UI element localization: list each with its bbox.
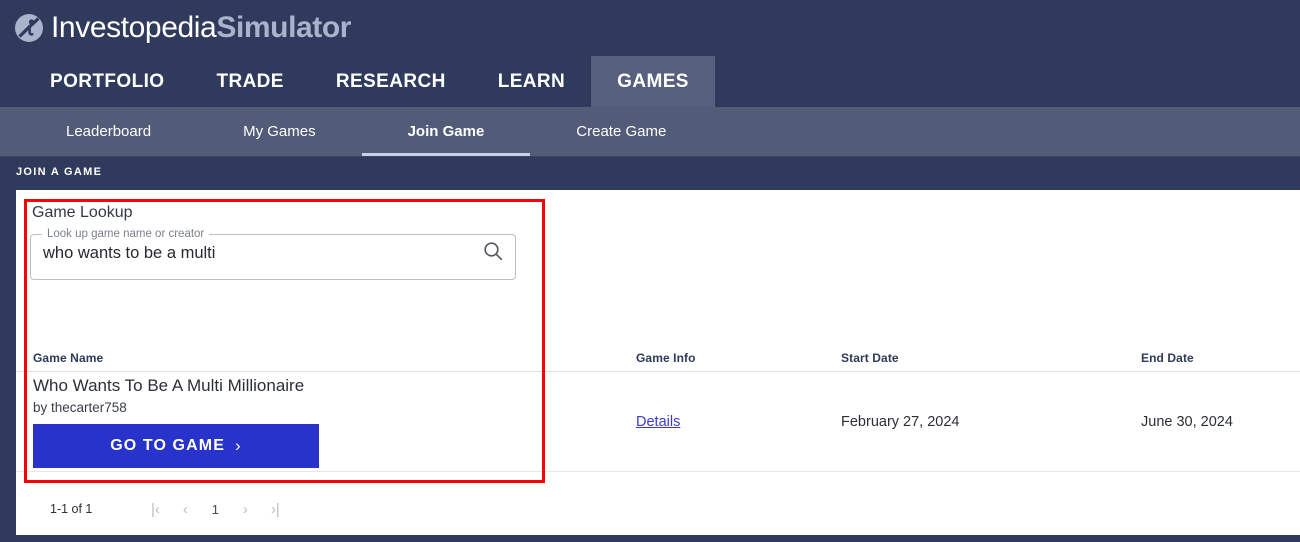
next-page-button[interactable]: › <box>230 496 260 522</box>
chevron-right-icon: › <box>234 435 242 455</box>
sub-navigation: Leaderboard My Games Join Game Create Ga… <box>0 107 1300 157</box>
nav-item-games[interactable]: GAMES <box>591 56 715 107</box>
section-title-bar: JOIN A GAME <box>0 157 1300 187</box>
cell-game-info: Details <box>636 413 841 431</box>
brand-bar: InvestopediaSimulator <box>0 0 1300 56</box>
pagination: 1-1 of 1 |‹ ‹ 1 › ›| <box>16 493 290 525</box>
investopedia-circle-i-icon <box>14 13 44 43</box>
games-table-header: Game Name Game Info Start Date End Date <box>16 340 1300 372</box>
brand-wordmark: InvestopediaSimulator <box>51 13 351 43</box>
nav-item-trade[interactable]: TRADE <box>190 56 309 107</box>
brand-logo-link[interactable]: InvestopediaSimulator <box>14 13 351 43</box>
cell-end-date: June 30, 2024 <box>1141 413 1233 430</box>
last-page-button[interactable]: ›| <box>260 496 290 522</box>
brand-name-secondary: Simulator <box>216 11 352 44</box>
game-creator-text: by thecarter758 <box>33 399 127 415</box>
subnav-item-my-games[interactable]: My Games <box>197 107 362 156</box>
games-table: Game Name Game Info Start Date End Date … <box>16 340 1300 472</box>
subnav-item-join-game[interactable]: Join Game <box>361 107 531 156</box>
pagination-range: 1-1 of 1 <box>50 502 93 516</box>
nav-item-research[interactable]: RESEARCH <box>310 56 472 107</box>
page-title: JOIN A GAME <box>16 166 103 178</box>
nav-item-portfolio[interactable]: PORTFOLIO <box>24 56 190 107</box>
previous-page-button[interactable]: ‹ <box>170 496 200 522</box>
nav-item-learn[interactable]: LEARN <box>472 56 591 107</box>
column-header-game-info: Game Info <box>636 351 696 365</box>
cell-start-date: February 27, 2024 <box>841 413 960 430</box>
go-to-game-label: GO TO GAME <box>110 436 225 454</box>
column-header-game-name: Game Name <box>33 351 104 365</box>
go-to-game-button[interactable]: GO TO GAME › <box>33 423 319 468</box>
game-name-text: Who Wants To Be A Multi Millionaire <box>33 376 305 396</box>
game-lookup-field: Look up game name or creator <box>30 228 516 280</box>
search-input[interactable] <box>43 244 481 263</box>
game-lookup-field-legend: Look up game name or creator <box>47 228 205 240</box>
current-page-number: 1 <box>211 501 219 517</box>
table-row: Who Wants To Be A Multi Millionaire by t… <box>16 372 1300 472</box>
search-icon[interactable] <box>481 239 505 268</box>
cell-game-name: Who Wants To Be A Multi Millionaire by t… <box>16 375 636 468</box>
first-page-button[interactable]: |‹ <box>140 496 170 522</box>
brand-name-primary: Investopedia <box>51 11 217 44</box>
pagination-controls: |‹ ‹ 1 › ›| <box>140 496 290 522</box>
main-navigation: PORTFOLIO TRADE RESEARCH LEARN GAMES <box>0 56 1300 107</box>
subnav-item-leaderboard[interactable]: Leaderboard <box>20 107 197 156</box>
details-link[interactable]: Details <box>636 414 680 430</box>
column-header-end-date: End Date <box>1141 351 1194 365</box>
game-lookup-heading: Game Lookup <box>32 204 133 221</box>
subnav-item-create-game[interactable]: Create Game <box>530 107 712 156</box>
column-header-start-date: Start Date <box>841 351 899 365</box>
join-game-panel: Game Lookup Look up game name or creator… <box>16 190 1300 535</box>
